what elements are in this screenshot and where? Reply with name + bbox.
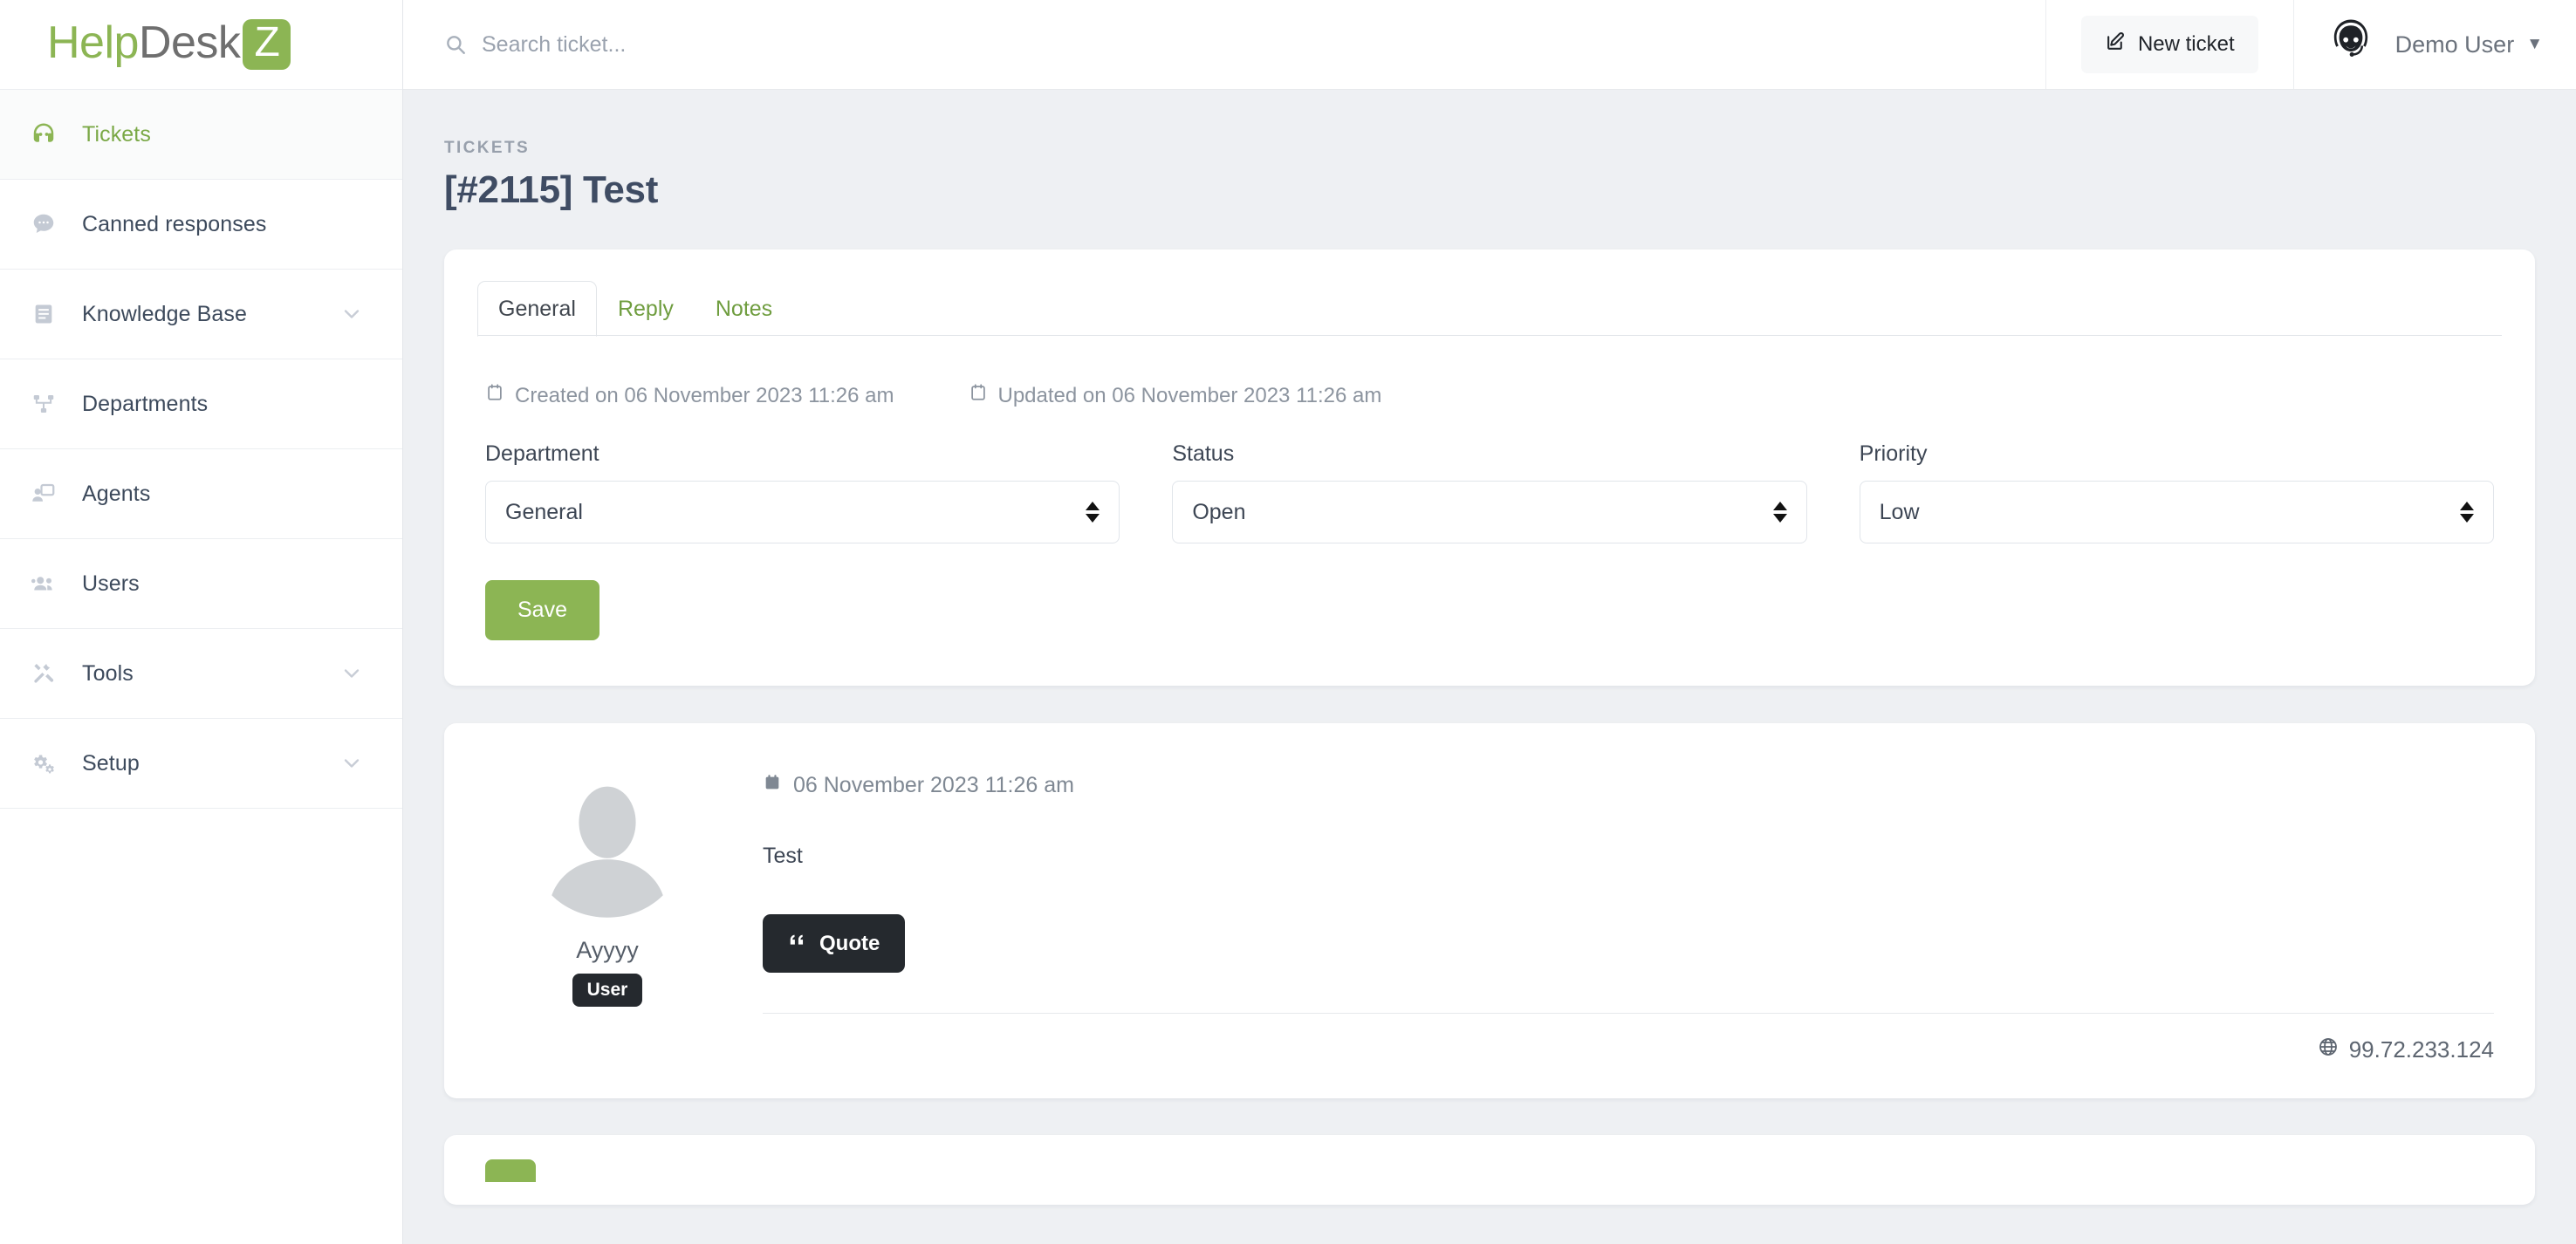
sidebar-item-label: Tools [82, 661, 134, 687]
sidebar-item-canned-responses[interactable]: Canned responses [0, 180, 402, 270]
sitemap-icon [19, 391, 68, 417]
sidebar-item-label: Setup [82, 751, 140, 776]
peek-badge [485, 1159, 536, 1182]
headset-icon [19, 121, 68, 147]
ticket-created-meta: Created on 06 November 2023 11:26 am [485, 383, 894, 408]
message-author-block: Ayyyy User [485, 764, 730, 1063]
new-ticket-container: New ticket [2046, 0, 2294, 89]
user-screen-icon [19, 481, 68, 507]
tools-icon [19, 660, 68, 687]
pencil-square-icon [2105, 31, 2127, 58]
sidebar-item-label: Tickets [82, 122, 151, 147]
sidebar-item-agents[interactable]: Agents [0, 449, 402, 539]
ticket-message-card: Ayyyy User 06 November 2023 11:26 am Tes… [444, 723, 2535, 1098]
department-select-value: General [505, 500, 583, 525]
chevron-down-icon[interactable] [339, 302, 364, 326]
ticket-detail-card: General Reply Notes Created on 06 Novemb… [444, 249, 2535, 686]
save-button[interactable]: Save [485, 580, 599, 640]
chevron-down-icon[interactable] [339, 751, 364, 776]
page-title: [#2115] Test [444, 168, 2535, 212]
app-logo[interactable]: HelpDeskZ [0, 0, 402, 90]
sidebar-item-tickets[interactable]: Tickets [0, 90, 402, 180]
quote-button-label: Quote [819, 932, 880, 956]
tab-general[interactable]: General [477, 281, 597, 337]
user-name-label: Demo User [2395, 31, 2515, 58]
message-author-role-badge: User [572, 974, 643, 1007]
new-ticket-button[interactable]: New ticket [2081, 16, 2258, 73]
logo-text: HelpDeskZ [47, 19, 291, 69]
quote-button[interactable]: Quote [763, 914, 905, 973]
logo-z-badge: Z [243, 19, 291, 69]
department-select[interactable]: General [485, 481, 1120, 543]
sidebar: HelpDeskZ Tickets Canned responses Knowl… [0, 0, 403, 1244]
message-date-text: 06 November 2023 11:26 am [793, 773, 1074, 798]
priority-label: Priority [1860, 441, 2494, 467]
message-author-name: Ayyyy [576, 937, 639, 964]
sidebar-item-setup[interactable]: Setup [0, 719, 402, 809]
department-label: Department [485, 441, 1120, 467]
cogs-icon [19, 750, 68, 776]
ticket-created-text: Created on 06 November 2023 11:26 am [515, 384, 894, 408]
status-select-value: Open [1192, 500, 1245, 525]
next-message-card-peek [444, 1135, 2535, 1205]
ticket-fields-row: Department General Status Open [485, 441, 2494, 543]
priority-field: Priority Low [1860, 441, 2494, 543]
select-arrows-icon [2460, 502, 2474, 523]
globe-icon [2318, 1036, 2339, 1063]
message-row: Ayyyy User 06 November 2023 11:26 am Tes… [444, 723, 2535, 1098]
priority-select-value: Low [1880, 500, 1920, 525]
logo-help-text: Help [47, 17, 139, 68]
ticket-updated-text: Updated on 06 November 2023 11:26 am [998, 384, 1382, 408]
status-label: Status [1172, 441, 1806, 467]
ticket-tabs: General Reply Notes [444, 249, 2535, 336]
caret-down-icon[interactable]: ▼ [2526, 35, 2543, 54]
status-field: Status Open [1172, 441, 1806, 543]
sidebar-item-label: Agents [82, 482, 150, 507]
comment-dots-icon [19, 211, 68, 237]
user-avatar-placeholder-icon [533, 773, 682, 921]
quote-left-icon [788, 931, 807, 956]
select-arrows-icon [1773, 502, 1787, 523]
sidebar-item-departments[interactable]: Departments [0, 359, 402, 449]
tab-panel-general: Created on 06 November 2023 11:26 am Upd… [444, 383, 2535, 686]
sidebar-item-label: Users [82, 571, 140, 597]
select-arrows-icon [1086, 502, 1100, 523]
user-menu[interactable]: Demo User ▼ [2294, 0, 2576, 89]
chevron-down-icon[interactable] [339, 661, 364, 686]
sidebar-item-label: Canned responses [82, 212, 266, 237]
message-date-row: 06 November 2023 11:26 am [763, 773, 2494, 798]
calendar-icon [485, 383, 504, 408]
status-select[interactable]: Open [1172, 481, 1806, 543]
priority-select[interactable]: Low [1860, 481, 2494, 543]
tab-reply[interactable]: Reply [597, 281, 695, 337]
ticket-meta-row: Created on 06 November 2023 11:26 am Upd… [485, 383, 2494, 408]
avatar [2324, 17, 2378, 72]
calendar-filled-icon [763, 773, 782, 798]
topbar: New ticket Demo User ▼ [403, 0, 2576, 90]
search-bar[interactable] [403, 0, 2046, 89]
breadcrumb: TICKETS [444, 139, 2535, 158]
sidebar-item-label: Departments [82, 392, 208, 417]
message-footer: 99.72.233.124 [763, 1013, 2494, 1063]
new-ticket-label: New ticket [2138, 32, 2235, 57]
sidebar-item-label: Knowledge Base [82, 302, 247, 327]
tab-notes[interactable]: Notes [695, 281, 793, 337]
search-input[interactable] [482, 32, 1005, 58]
search-icon [444, 33, 467, 56]
tab-divider [477, 335, 2502, 336]
sidebar-item-users[interactable]: Users [0, 539, 402, 629]
users-icon [19, 571, 68, 597]
sidebar-item-knowledge-base[interactable]: Knowledge Base [0, 270, 402, 359]
calendar-icon [969, 383, 988, 408]
message-content-block: 06 November 2023 11:26 am Test Quote 99.… [730, 764, 2494, 1063]
message-ip-address: 99.72.233.124 [2349, 1036, 2494, 1063]
sidebar-item-tools[interactable]: Tools [0, 629, 402, 719]
message-body-text: Test [763, 844, 2494, 869]
main-content: TICKETS [#2115] Test General Reply Notes… [403, 90, 2576, 1244]
ticket-updated-meta: Updated on 06 November 2023 11:26 am [969, 383, 1382, 408]
department-field: Department General [485, 441, 1120, 543]
logo-desk-text: Desk [139, 17, 240, 68]
book-icon [19, 302, 68, 326]
